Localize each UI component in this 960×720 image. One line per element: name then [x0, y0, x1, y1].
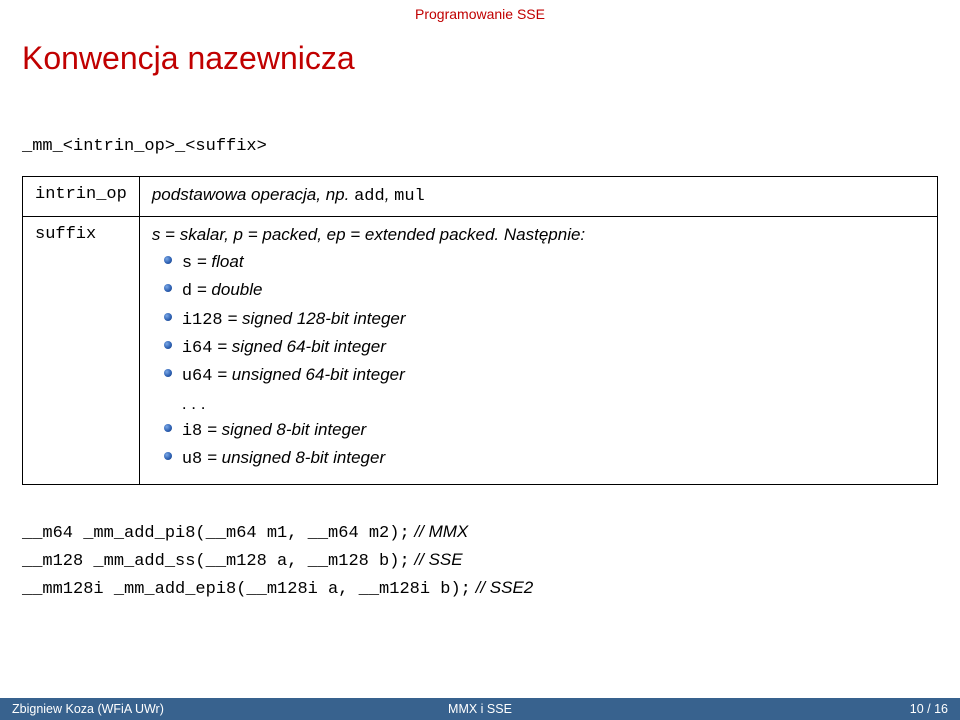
- row-key: intrin_op: [23, 177, 140, 217]
- section-label: Programowanie SSE: [0, 6, 960, 22]
- suffix-bullets: s = float d = double i128 = signed 128-b…: [152, 245, 925, 474]
- footer-bar: Zbigniew Koza (WFiA UWr) MMX i SSE 10 / …: [0, 698, 960, 720]
- desc-code: add: [354, 187, 385, 206]
- example-line: __m64 _mm_add_pi8(__m64 m1, __m64 m2); /…: [22, 519, 938, 547]
- list-item: s = float: [164, 249, 925, 277]
- footer-page: 10 / 16: [636, 702, 960, 716]
- example-line: __mm128i _mm_add_epi8(__m128i a, __m128i…: [22, 575, 938, 603]
- pattern-code: _mm_<intrin_op>_<suffix>: [22, 137, 938, 156]
- example-line: __m128 _mm_add_ss(__m128 a, __m128 b); /…: [22, 547, 938, 575]
- list-item: d = double: [164, 277, 925, 305]
- footer-title: MMX i SSE: [324, 702, 636, 716]
- list-item: i128 = signed 128-bit integer: [164, 306, 925, 334]
- list-ellipsis: . . .: [164, 391, 925, 417]
- list-item: u64 = unsigned 64-bit integer: [164, 362, 925, 390]
- definition-table: intrin_op podstawowa operacja, np. add, …: [22, 176, 938, 485]
- examples-block: __m64 _mm_add_pi8(__m64 m1, __m64 m2); /…: [22, 519, 938, 604]
- list-item: i64 = signed 64-bit integer: [164, 334, 925, 362]
- page-title: Konwencja nazewnicza: [0, 22, 960, 77]
- row-desc: s = skalar, p = packed, ep = extended pa…: [139, 217, 937, 485]
- desc-text: podstawowa operacja, np.: [152, 185, 354, 204]
- slide-content: _mm_<intrin_op>_<suffix> intrin_op podst…: [0, 77, 960, 604]
- desc-text: ,: [385, 185, 394, 204]
- list-item: u8 = unsigned 8-bit integer: [164, 445, 925, 473]
- desc-code: mul: [394, 187, 425, 206]
- table-row: suffix s = skalar, p = packed, ep = exte…: [23, 217, 938, 485]
- table-row: intrin_op podstawowa operacja, np. add, …: [23, 177, 938, 217]
- footer-author: Zbigniew Koza (WFiA UWr): [0, 702, 324, 716]
- list-item: i8 = signed 8-bit integer: [164, 417, 925, 445]
- desc-intro: s = skalar, p = packed, ep = extended pa…: [152, 225, 925, 245]
- row-desc: podstawowa operacja, np. add, mul: [139, 177, 937, 217]
- row-key: suffix: [23, 217, 140, 485]
